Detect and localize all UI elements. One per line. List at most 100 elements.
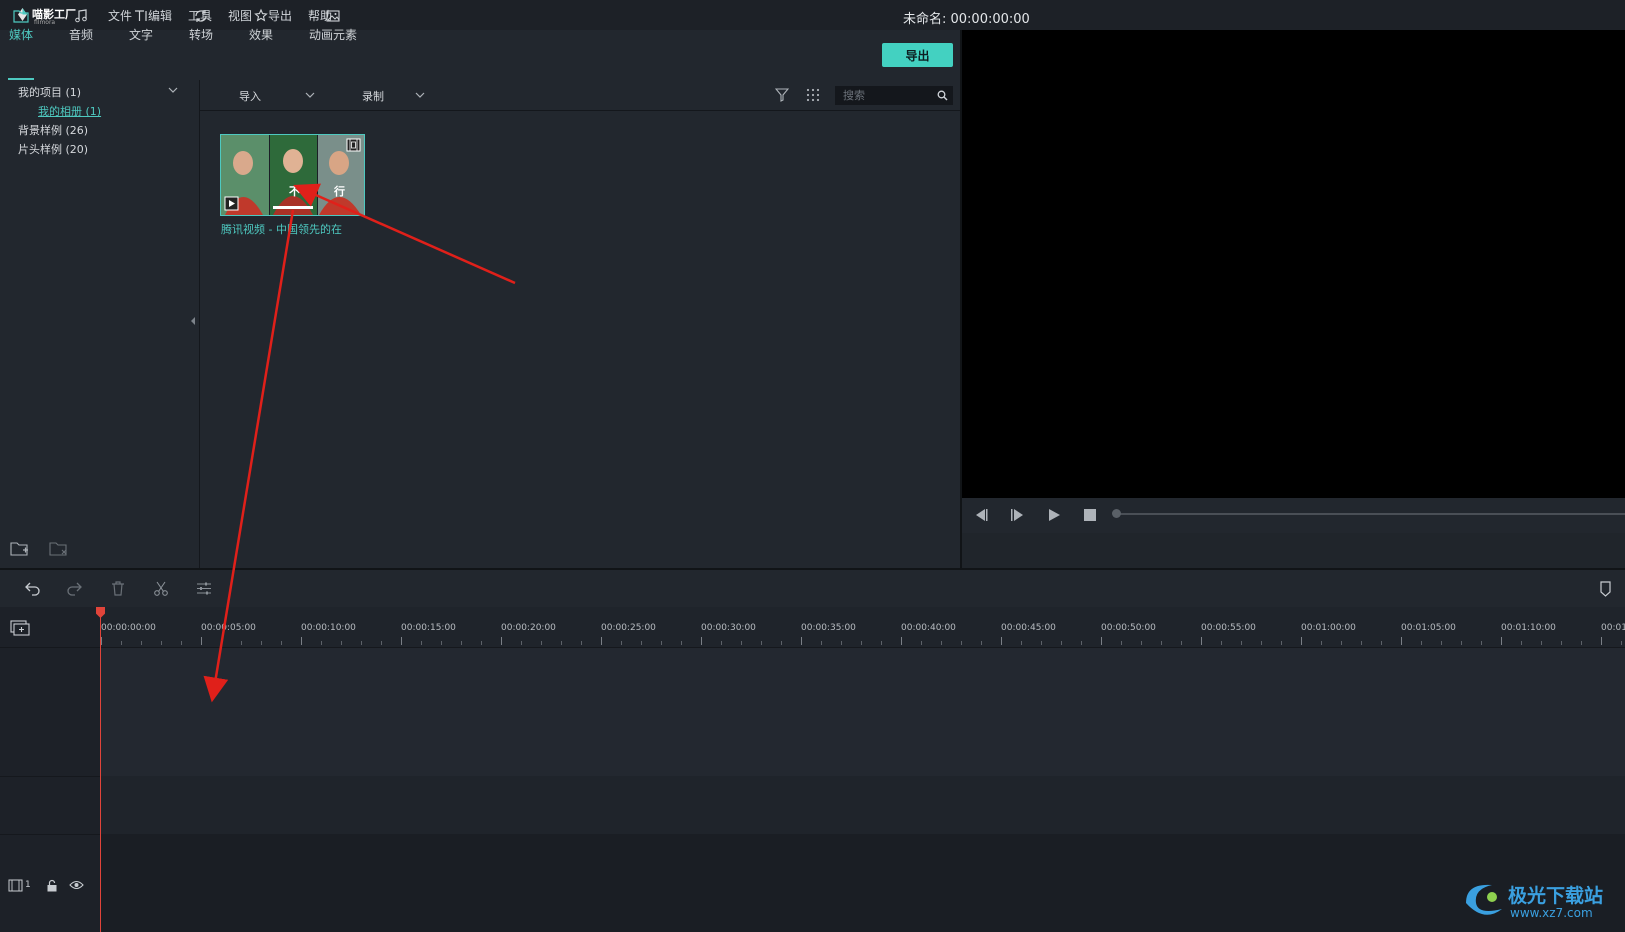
ruler-major-tick [301,637,302,645]
import-button[interactable]: 导入 [239,88,261,104]
chevron-down-icon[interactable] [168,86,178,94]
eye-icon[interactable] [69,880,84,890]
ruler-tick-label: 00:00:50:00 [1101,623,1156,633]
add-track-icon[interactable] [10,620,31,636]
project-title: 未命名: 00:00:00:00 [903,12,1030,27]
ruler-minor-tick [1441,641,1442,645]
ruler-minor-tick [141,641,142,645]
ruler-minor-tick [1381,641,1382,645]
ruler-minor-tick [821,641,822,645]
ruler-tick-label: 00:00:15:00 [401,623,456,633]
ruler-minor-tick [1561,641,1562,645]
ruler-minor-tick [341,641,342,645]
tab-transition[interactable]: 转场 [178,8,224,43]
ruler-minor-tick [1361,641,1362,645]
ruler-major-tick [1501,637,1502,645]
ruler-minor-tick [1181,641,1182,645]
play-icon[interactable] [1047,508,1061,522]
media-item-caption: 腾讯视频 - 中国领先的在 [221,223,342,236]
ruler-major-tick [501,637,502,645]
image-icon [326,10,340,22]
ruler-minor-tick [781,641,782,645]
record-button[interactable]: 录制 [362,88,384,104]
tab-media-label: 媒体 [8,28,33,42]
audio-track-area[interactable] [100,776,1625,834]
playhead-line[interactable] [100,607,101,932]
ruler-major-tick [901,637,902,645]
grid-view-icon[interactable] [806,88,820,102]
player-bottom-area [962,533,1625,568]
previous-frame-icon[interactable] [973,508,988,522]
ruler-minor-tick [441,641,442,645]
ruler-minor-tick [1061,641,1062,645]
tab-elements[interactable]: 动画元素 [305,8,361,43]
tab-media[interactable]: 媒体 [0,8,44,43]
search-input[interactable] [835,86,953,105]
ruler-major-tick [701,637,702,645]
search-icon[interactable] [937,90,948,101]
tab-transition-label: 转场 [188,28,213,42]
ruler-tick-label: 00:01:05:00 [1401,623,1456,633]
video-track-area[interactable] [100,648,1625,776]
export-button[interactable]: 导出 [882,43,953,67]
video-thumbnail-image [221,135,364,215]
ruler-minor-tick [861,641,862,645]
chevron-down-icon[interactable] [305,92,315,99]
sidebar-item-my-album[interactable]: 我的相册 (1) [38,103,101,119]
sidebar-item-my-projects[interactable]: 我的项目 (1) [18,84,81,100]
ruler-minor-tick [1081,641,1082,645]
chevron-down-icon[interactable] [415,92,425,99]
lock-icon[interactable] [46,879,58,892]
ruler-minor-tick [841,641,842,645]
filter-icon[interactable] [775,88,789,102]
ruler-minor-tick [1241,641,1242,645]
redo-icon[interactable] [66,581,83,596]
undo-icon[interactable] [24,581,41,596]
ruler-tick-label: 00:00:45:00 [1001,623,1056,633]
ruler-major-tick [1301,637,1302,645]
ruler-minor-tick [221,641,222,645]
delete-icon[interactable] [111,581,125,596]
ruler-minor-tick [981,641,982,645]
ruler-major-tick [801,637,802,645]
ruler-major-tick [1401,637,1402,645]
ruler-minor-tick [541,641,542,645]
adjust-icon[interactable] [196,581,212,596]
next-frame-icon[interactable] [1010,508,1025,522]
sidebar-item-background-samples[interactable]: 背景样例 (26) [18,122,88,138]
video-track-icon [8,879,23,892]
ruler-minor-tick [1321,641,1322,645]
ruler-major-tick [1201,637,1202,645]
ruler-minor-tick [721,641,722,645]
delete-folder-icon[interactable] [49,540,69,557]
sidebar-item-intro-samples[interactable]: 片头样例 (20) [18,141,88,157]
ruler-minor-tick [921,641,922,645]
marker-icon[interactable] [1599,581,1612,597]
playback-progress-handle[interactable] [1112,509,1121,518]
ruler-minor-tick [181,641,182,645]
ruler-minor-tick [281,641,282,645]
tab-effects[interactable]: 效果 [238,8,284,43]
ruler-minor-tick [321,641,322,645]
ruler-minor-tick [121,641,122,645]
tab-text[interactable]: 文字 [118,8,164,43]
tab-audio[interactable]: 音频 [58,8,104,43]
preview-player [962,30,1625,498]
track-area-1[interactable] [100,834,1625,932]
new-folder-icon[interactable] [10,540,30,557]
scissors-icon[interactable] [153,581,169,596]
ruler-minor-tick [1581,641,1582,645]
folder-icon [13,10,29,23]
ruler-minor-tick [881,641,882,645]
ruler-tick-label: 00:01:10:00 [1501,623,1556,633]
playback-progress-track[interactable] [1117,513,1625,515]
stop-icon[interactable] [1084,509,1096,521]
tab-effects-label: 效果 [248,28,273,42]
ruler-minor-tick [1141,641,1142,645]
watermark-url: www.xz7.com [1510,906,1593,920]
collapse-sidebar-icon[interactable] [190,317,196,325]
player-controls [962,498,1625,533]
media-thumbnail[interactable]: 不 行 [220,134,365,216]
ruler-major-tick [601,637,602,645]
ruler-tick-label: 00:01:00:00 [1301,623,1356,633]
